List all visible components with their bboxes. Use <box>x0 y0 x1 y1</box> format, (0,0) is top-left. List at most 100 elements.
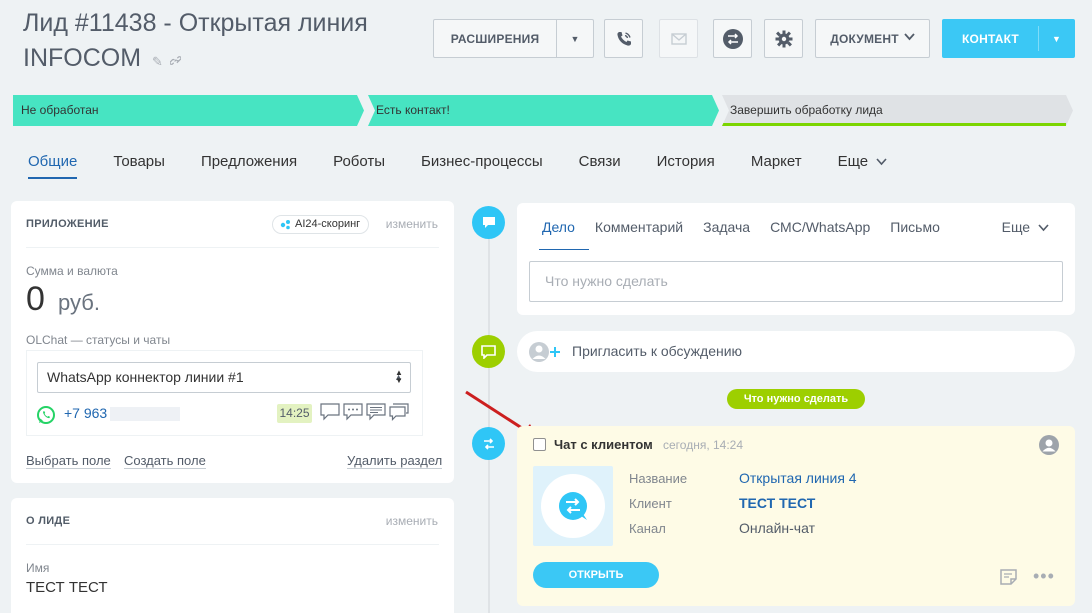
tab-products[interactable]: Товары <box>113 153 165 179</box>
stage-not-processed[interactable]: Не обработан <box>13 95 364 126</box>
chat-title[interactable]: Чат с клиентом <box>554 437 653 452</box>
tab-email[interactable]: Письмо <box>890 219 940 241</box>
field-label-client: Клиент <box>629 496 672 511</box>
page-title: Лид #11438 - Открытая линия INFOCOM ✎ <box>23 6 423 79</box>
phone-button[interactable] <box>604 19 643 58</box>
activity-editor-marker <box>472 206 505 239</box>
todo-input[interactable]: Что нужно сделать <box>529 261 1063 302</box>
complete-checkbox[interactable] <box>533 438 546 451</box>
mail-button[interactable] <box>659 19 698 58</box>
connector-select[interactable]: WhatsApp коннектор линии #1 ▲ <box>37 362 411 393</box>
badge-label: AI24-скоринг <box>295 218 361 230</box>
link-icon[interactable] <box>169 54 182 69</box>
tab-general[interactable]: Общие <box>28 153 78 179</box>
tab-comment[interactable]: Комментарий <box>595 219 683 241</box>
contact-button[interactable]: КОНТАКТ ▼ <box>942 19 1075 58</box>
section-title: ПРИЛОЖЕНИЕ <box>26 218 109 230</box>
tab-quotes[interactable]: Предложения <box>201 153 297 179</box>
field-value-channel: Онлайн-чат <box>739 520 815 536</box>
olchat-label: OLChat — статусы и чаты <box>26 333 171 347</box>
mail-icon <box>670 32 687 45</box>
tab-robots[interactable]: Роботы <box>333 153 385 179</box>
tab-activity[interactable]: Дело <box>542 219 575 241</box>
phone-number[interactable]: +7 963 <box>64 405 107 421</box>
chat-typing-icon[interactable] <box>343 403 363 421</box>
todo-label: Что нужно сделать <box>727 389 865 409</box>
active-tab-underline <box>539 249 589 250</box>
change-link[interactable]: изменить <box>386 217 438 231</box>
whatsapp-icon <box>37 406 55 424</box>
user-avatar-icon[interactable] <box>1039 435 1059 455</box>
chat-timestamp: сегодня, 14:24 <box>663 438 744 452</box>
chevron-down-icon <box>904 33 915 44</box>
settings-button[interactable] <box>764 19 803 58</box>
tab-links[interactable]: Связи <box>579 153 621 179</box>
select-field-link[interactable]: Выбрать поле <box>26 453 111 469</box>
pencil-icon[interactable]: ✎ <box>152 54 163 69</box>
ai-scoring-badge[interactable]: AI24-скоринг <box>272 215 370 234</box>
field-label-name: Название <box>629 471 688 486</box>
chevron-down-icon[interactable]: ▼ <box>1039 34 1074 44</box>
open-chat-button[interactable]: ОТКРЫТЬ <box>533 562 659 588</box>
currency: руб. <box>58 290 100 315</box>
field-value-name[interactable]: Открытая линия 4 <box>739 470 857 486</box>
extensions-button[interactable]: РАСШИРЕНИЯ ▼ <box>433 19 594 58</box>
openline-icon <box>483 437 494 450</box>
chat-time: 14:25 <box>277 404 312 423</box>
chat-multiple-icon[interactable] <box>389 403 409 421</box>
stage-finish-processing[interactable]: Завершить обработку лида <box>722 95 1073 126</box>
page-title-text: Лид #11438 - Открытая линия INFOCOM <box>23 9 368 72</box>
divider <box>26 247 439 248</box>
scoring-icon <box>280 220 290 230</box>
tab-more-label: Еще <box>837 153 869 170</box>
chat-thumbnail <box>533 466 613 546</box>
field-label-channel: Канал <box>629 521 666 536</box>
name-label: Имя <box>26 561 50 575</box>
invite-text: Пригласить к обсуждению <box>572 343 743 359</box>
chat-icons <box>320 403 409 421</box>
chat-icon <box>481 344 496 359</box>
tab-business-processes[interactable]: Бизнес-процессы <box>421 153 543 179</box>
tab-market[interactable]: Маркет <box>751 153 802 179</box>
editor-more-button[interactable]: Еще <box>1002 219 1049 235</box>
chat-bubble-icon[interactable] <box>320 403 340 421</box>
change-link[interactable]: изменить <box>386 514 438 528</box>
activity-editor: Дело Комментарий Задача СМС/WhatsApp Пис… <box>517 203 1075 315</box>
stage-has-contact[interactable]: Есть контакт! <box>368 95 719 126</box>
entity-tabs: Общие Товары Предложения Роботы Бизнес-п… <box>28 153 923 179</box>
invite-discussion[interactable]: Пригласить к обсуждению <box>517 331 1075 372</box>
chat-activity-marker <box>472 427 505 460</box>
section-title: О ЛИДЕ <box>26 515 71 527</box>
chevron-down-icon <box>1038 224 1049 232</box>
sum-label: Сумма и валюта <box>26 264 118 278</box>
tab-sms-whatsapp[interactable]: СМС/WhatsApp <box>770 219 870 241</box>
name-value: ТЕСТ ТЕСТ <box>26 579 108 596</box>
comment-icon <box>482 216 495 228</box>
tab-history[interactable]: История <box>657 153 715 179</box>
add-user-icon <box>529 342 560 362</box>
note-icon[interactable] <box>1000 569 1017 585</box>
document-button[interactable]: ДОКУМЕНТ <box>815 19 930 58</box>
gear-icon <box>775 30 792 47</box>
activity-editor-tabs: Дело Комментарий Задача СМС/WhatsApp Пис… <box>542 219 960 241</box>
phone-masked <box>110 407 180 421</box>
phone-icon <box>616 31 631 46</box>
create-field-link[interactable]: Создать поле <box>124 453 206 469</box>
chevron-down-icon[interactable]: ▼ <box>557 34 593 44</box>
openline-icon <box>722 28 743 49</box>
openline-button[interactable] <box>713 19 752 58</box>
tab-more[interactable]: Еще <box>838 153 888 179</box>
document-label: ДОКУМЕНТ <box>830 31 899 46</box>
openline-icon <box>559 492 587 520</box>
chat-text-icon[interactable] <box>366 403 386 421</box>
sum-value: 0 <box>26 280 45 318</box>
divider <box>26 544 439 545</box>
field-value-client[interactable]: ТЕСТ ТЕСТ <box>739 495 815 511</box>
extensions-label: РАСШИРЕНИЯ <box>450 31 540 46</box>
editor-more-label: Еще <box>1001 219 1031 235</box>
contact-label: КОНТАКТ <box>962 31 1019 46</box>
tab-task[interactable]: Задача <box>703 219 750 241</box>
more-actions-icon[interactable]: ••• <box>1033 566 1055 587</box>
connector-value: WhatsApp коннектор линии #1 <box>47 369 244 385</box>
delete-section-link[interactable]: Удалить раздел <box>347 453 443 469</box>
